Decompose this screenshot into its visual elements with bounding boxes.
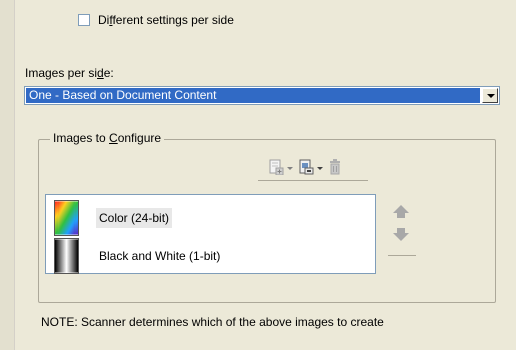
different-settings-checkbox[interactable] (78, 14, 90, 26)
different-settings-label: Different settings per side (98, 13, 234, 27)
images-per-side-value: One - Based on Document Content (26, 88, 480, 103)
images-to-configure-title: Images to Configure (50, 131, 165, 145)
add-image-dropdown-icon[interactable] (287, 167, 293, 170)
different-settings-checkbox-row[interactable]: Different settings per side (78, 13, 234, 27)
note-text: NOTE: Scanner determines which of the ab… (41, 315, 384, 329)
add-image-icon[interactable] (268, 159, 284, 175)
images-list[interactable]: Color (24-bit) Black and White (1-bit) (45, 194, 376, 274)
color-image-icon (54, 200, 79, 236)
dropdown-arrow-icon[interactable] (482, 88, 498, 103)
images-per-side-dropdown[interactable]: One - Based on Document Content (24, 86, 500, 105)
copy-image-icon[interactable] (298, 159, 314, 175)
list-item-label: Black and White (1-bit) (99, 249, 221, 263)
toolbar-divider (258, 180, 368, 181)
list-item-label: Color (24-bit) (96, 208, 173, 228)
list-item[interactable]: Black and White (1-bit) (54, 238, 223, 274)
list-item[interactable]: Color (24-bit) (54, 200, 173, 236)
left-sidebar-edge (0, 0, 15, 350)
copy-image-dropdown-icon[interactable] (317, 167, 323, 170)
images-per-side-label: Images per side: (25, 66, 114, 80)
delete-icon[interactable] (327, 159, 343, 175)
side-divider (388, 255, 416, 256)
bw-image-icon (54, 238, 79, 274)
